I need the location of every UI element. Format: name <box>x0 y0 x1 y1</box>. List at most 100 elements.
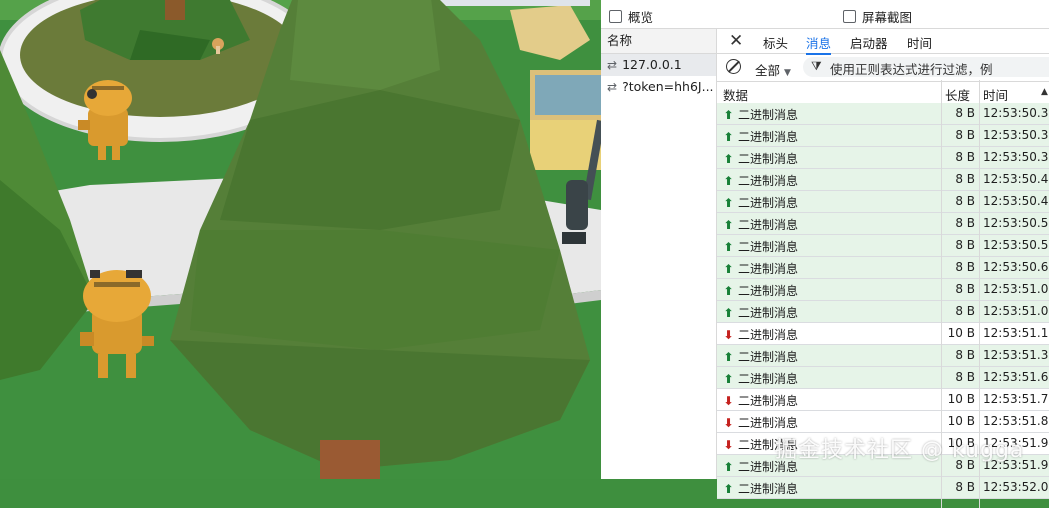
table-row[interactable]: ⬆ 二进制消息 8 B 12:53:51.335 <box>717 345 1049 367</box>
message-data-cell: ⬆ 二进制消息 <box>723 172 798 189</box>
devtools-network-panel: 概览 屏幕截图 名称 ⇄ 127.0.0.1 ⇄ ?token=hh6J... … <box>601 0 1049 508</box>
sort-ascending-icon: ▲ <box>1041 87 1048 97</box>
table-row[interactable]: ⬆ 二进制消息 8 B 12:53:50.321 <box>717 103 1049 125</box>
message-length: 8 B <box>955 216 975 230</box>
table-row[interactable]: ⬆ 二进制消息 8 B 12:53:50.554 <box>717 235 1049 257</box>
table-row[interactable]: ⬇ 二进制消息 10 B 12:53:51.803 <box>717 411 1049 433</box>
arrow-up-icon: ⬆ <box>723 174 734 188</box>
column-header-time[interactable]: 时间 <box>983 85 1008 104</box>
message-type-select[interactable]: 全部 ▼ <box>755 60 791 79</box>
arrow-up-icon: ⬆ <box>723 482 734 496</box>
message-data-cell: ⬆ 二进制消息 <box>723 106 798 123</box>
message-length: 8 B <box>955 238 975 252</box>
arrow-up-icon: ⬆ <box>723 152 734 166</box>
messages-table-header: 数据 长度 时间 ▲ <box>717 82 1049 105</box>
message-data-cell: ⬆ 二进制消息 <box>723 282 798 299</box>
game-viewport[interactable] <box>0 0 601 479</box>
message-data-cell: ⬆ 二进制消息 <box>723 370 798 387</box>
message-length: 10 B <box>947 392 975 406</box>
message-time: 12:53:50.321 <box>983 106 1049 120</box>
table-row[interactable]: ⬇ 二进制消息 10 B 12:53:51.179 <box>717 323 1049 345</box>
table-row[interactable]: ⬆ 二进制消息 8 B 12:53:50.397 <box>717 147 1049 169</box>
overview-checkbox[interactable]: 概览 <box>609 7 653 26</box>
column-header-length[interactable]: 长度 <box>945 85 970 104</box>
tab-messages[interactable]: 消息 <box>806 33 832 55</box>
message-data-cell: ⬆ 二进制消息 <box>723 194 798 211</box>
message-data-cell: ⬆ 二进制消息 <box>723 480 798 497</box>
message-data: 二进制消息 <box>738 108 799 122</box>
arrow-up-icon: ⬆ <box>723 460 734 474</box>
tab-headers[interactable]: 标头 <box>763 33 788 53</box>
message-length: 10 B <box>947 326 975 340</box>
table-row[interactable]: ⬆ 二进制消息 8 B 12:53:51.693 <box>717 367 1049 389</box>
arrow-up-icon: ⬆ <box>723 218 734 232</box>
message-data: 二进制消息 <box>738 284 799 298</box>
message-time: 12:53:51.005 <box>983 282 1049 296</box>
arrow-down-icon: ⬇ <box>723 328 734 342</box>
request-item[interactable]: ⇄ 127.0.0.1 <box>601 54 716 76</box>
message-data: 二进制消息 <box>738 394 799 408</box>
close-icon[interactable]: ✕ <box>729 31 743 51</box>
checkbox-icon <box>843 10 856 23</box>
arrow-up-icon: ⬆ <box>723 284 734 298</box>
table-row[interactable]: ⬆ 二进制消息 8 B 12:53:51.037 <box>717 301 1049 323</box>
column-header-data[interactable]: 数据 <box>723 85 748 104</box>
game-scene-canvas <box>0 0 601 479</box>
message-time: 12:53:51.179 <box>983 326 1049 340</box>
message-length: 8 B <box>955 106 975 120</box>
message-time: 12:53:50.481 <box>983 194 1049 208</box>
message-length: 8 B <box>955 348 975 362</box>
arrow-down-icon: ⬇ <box>723 438 734 452</box>
detail-tabs: ✕ 标头 消息 启动器 时间 <box>717 29 1049 55</box>
message-length: 8 B <box>955 480 975 494</box>
message-length: 8 B <box>955 282 975 296</box>
message-time: 12:53:51.693 <box>983 370 1049 384</box>
message-data-cell: ⬆ 二进制消息 <box>723 216 798 233</box>
table-row[interactable]: ⬆ 二进制消息 8 B 12:53:50.519 <box>717 213 1049 235</box>
screenshot-label: 屏幕截图 <box>862 10 913 25</box>
table-row[interactable]: ⬆ 二进制消息 8 B 12:53:50.356 <box>717 125 1049 147</box>
message-time: 12:53:51.335 <box>983 348 1049 362</box>
arrow-down-icon: ⬇ <box>723 394 734 408</box>
table-row[interactable]: ⬆ 二进制消息 8 B 12:53:51.005 <box>717 279 1049 301</box>
table-row[interactable]: ⬆ 二进制消息 8 B 12:53:50.442 <box>717 169 1049 191</box>
request-detail: ✕ 标头 消息 启动器 时间 全部 ▼ ⧩ 使用正则表达式进行过滤，例 数据 长度… <box>717 29 1049 508</box>
filter-input[interactable]: ⧩ 使用正则表达式进行过滤，例 <box>803 57 1049 77</box>
devtools-toolbar: 概览 屏幕截图 <box>601 0 1049 29</box>
table-row[interactable]: ⬆ 二进制消息 8 B 12:53:50.481 <box>717 191 1049 213</box>
message-time: 12:53:50.554 <box>983 238 1049 252</box>
name-column-header[interactable]: 名称 <box>601 29 716 54</box>
message-data-cell: ⬆ 二进制消息 <box>723 260 798 277</box>
arrow-up-icon: ⬆ <box>723 130 734 144</box>
tab-initiator[interactable]: 启动器 <box>850 33 888 53</box>
request-item[interactable]: ⇄ ?token=hh6J... <box>601 76 716 98</box>
message-time: 12:53:51.803 <box>983 414 1049 428</box>
message-time: 12:53:50.519 <box>983 216 1049 230</box>
message-length: 8 B <box>955 260 975 274</box>
message-filter-bar: 全部 ▼ ⧩ 使用正则表达式进行过滤，例 <box>717 54 1049 82</box>
arrow-up-icon: ⬆ <box>723 108 734 122</box>
message-type-value: 全部 <box>755 63 781 78</box>
chevron-down-icon: ▼ <box>784 68 791 78</box>
message-data-cell: ⬆ 二进制消息 <box>723 304 798 321</box>
table-row[interactable]: ⬆ 二进制消息 8 B 12:53:52.024 <box>717 477 1049 499</box>
checkbox-icon <box>609 10 622 23</box>
table-row[interactable]: ⬇ 二进制消息 10 B 12:53:51.737 <box>717 389 1049 411</box>
message-time: 12:53:50.397 <box>983 150 1049 164</box>
table-row[interactable]: ⬆ 二进制消息 8 B 12:53:50.652 <box>717 257 1049 279</box>
message-data: 二进制消息 <box>738 482 799 496</box>
clear-messages-icon[interactable] <box>726 59 741 74</box>
message-data-cell: ⬇ 二进制消息 <box>723 326 798 343</box>
message-time: 12:53:50.652 <box>983 260 1049 274</box>
message-data-cell: ⬇ 二进制消息 <box>723 392 798 409</box>
message-time: 12:53:51.037 <box>983 304 1049 318</box>
overview-label: 概览 <box>628 10 654 25</box>
message-data: 二进制消息 <box>738 262 799 276</box>
message-length: 8 B <box>955 304 975 318</box>
websocket-icon: ⇄ <box>607 80 618 94</box>
message-data-cell: ⬆ 二进制消息 <box>723 238 798 255</box>
screenshot-checkbox[interactable]: 屏幕截图 <box>843 7 912 26</box>
request-name: 127.0.0.1 <box>622 57 682 72</box>
message-data: 二进制消息 <box>738 416 799 430</box>
tab-timing[interactable]: 时间 <box>907 33 932 53</box>
